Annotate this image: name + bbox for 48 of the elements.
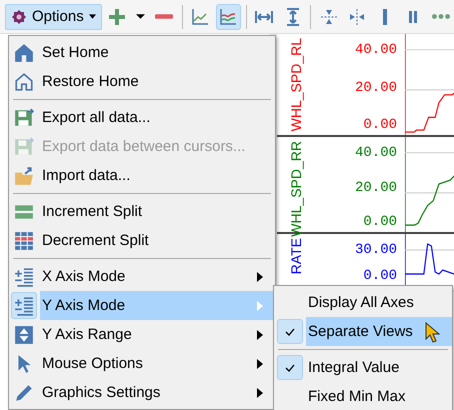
menu-item[interactable]: Set Home bbox=[9, 38, 275, 67]
menu-item[interactable]: Graphics Settings bbox=[9, 378, 275, 407]
axis-title: WHL_SPD_RR bbox=[287, 141, 305, 237]
minus-icon bbox=[154, 14, 173, 19]
line-chart-icon bbox=[191, 8, 210, 26]
tick-label: 20.00 bbox=[354, 80, 397, 96]
tick-label: 40.00 bbox=[354, 145, 397, 161]
tick-label: 0.00 bbox=[363, 214, 397, 230]
caret-icon bbox=[88, 14, 96, 19]
menu-item[interactable]: X Axis Mode bbox=[9, 262, 275, 291]
multi-line-chart-icon bbox=[219, 8, 238, 26]
options-button[interactable]: Options bbox=[5, 4, 102, 30]
pencil-icon bbox=[14, 382, 34, 402]
home-icon bbox=[14, 72, 34, 92]
menu-item[interactable]: Fixed Min Max bbox=[274, 382, 452, 410]
menu-item[interactable]: Integral Value bbox=[274, 353, 452, 382]
grid-icon bbox=[14, 230, 34, 250]
tick-label: 20.00 bbox=[354, 180, 397, 196]
menu-item[interactable]: Decrement Split bbox=[9, 226, 275, 255]
plus-icon bbox=[108, 8, 126, 26]
menu-item[interactable]: Import data... bbox=[9, 161, 275, 190]
list-icon bbox=[14, 266, 34, 286]
cursor-icon bbox=[425, 322, 441, 344]
split-horizontal-icon bbox=[320, 8, 338, 26]
menu-item[interactable]: Increment Split bbox=[9, 197, 275, 226]
axis-title: WHL_SPD_RL bbox=[287, 38, 305, 132]
split-vertical-icon bbox=[348, 8, 366, 26]
list-icon bbox=[14, 296, 34, 316]
multi-line-chart-button[interactable] bbox=[216, 4, 241, 30]
folder-icon bbox=[14, 166, 34, 186]
tick-label: 30.00 bbox=[354, 242, 397, 258]
menu-item[interactable]: Mouse Options bbox=[9, 349, 275, 378]
menu-item[interactable]: Y Axis Range bbox=[9, 320, 275, 349]
caret-icon bbox=[136, 14, 146, 19]
menu-item[interactable]: Export all data... bbox=[9, 103, 275, 132]
menu-item[interactable]: Display All Axes bbox=[274, 288, 452, 317]
up-down-icon bbox=[14, 324, 34, 344]
save-icon bbox=[14, 136, 34, 156]
menu-item[interactable]: Restore Home bbox=[9, 67, 275, 96]
bar-icon bbox=[383, 8, 388, 24]
axis-title: RATE bbox=[287, 238, 305, 274]
more-icon bbox=[432, 14, 450, 19]
save-icon bbox=[14, 108, 34, 128]
tick-label: 40.00 bbox=[354, 42, 397, 58]
gear-icon bbox=[11, 8, 27, 24]
home-icon bbox=[14, 42, 34, 62]
tick-label: 0.00 bbox=[363, 117, 397, 133]
tick-label: 0.00 bbox=[363, 268, 397, 284]
